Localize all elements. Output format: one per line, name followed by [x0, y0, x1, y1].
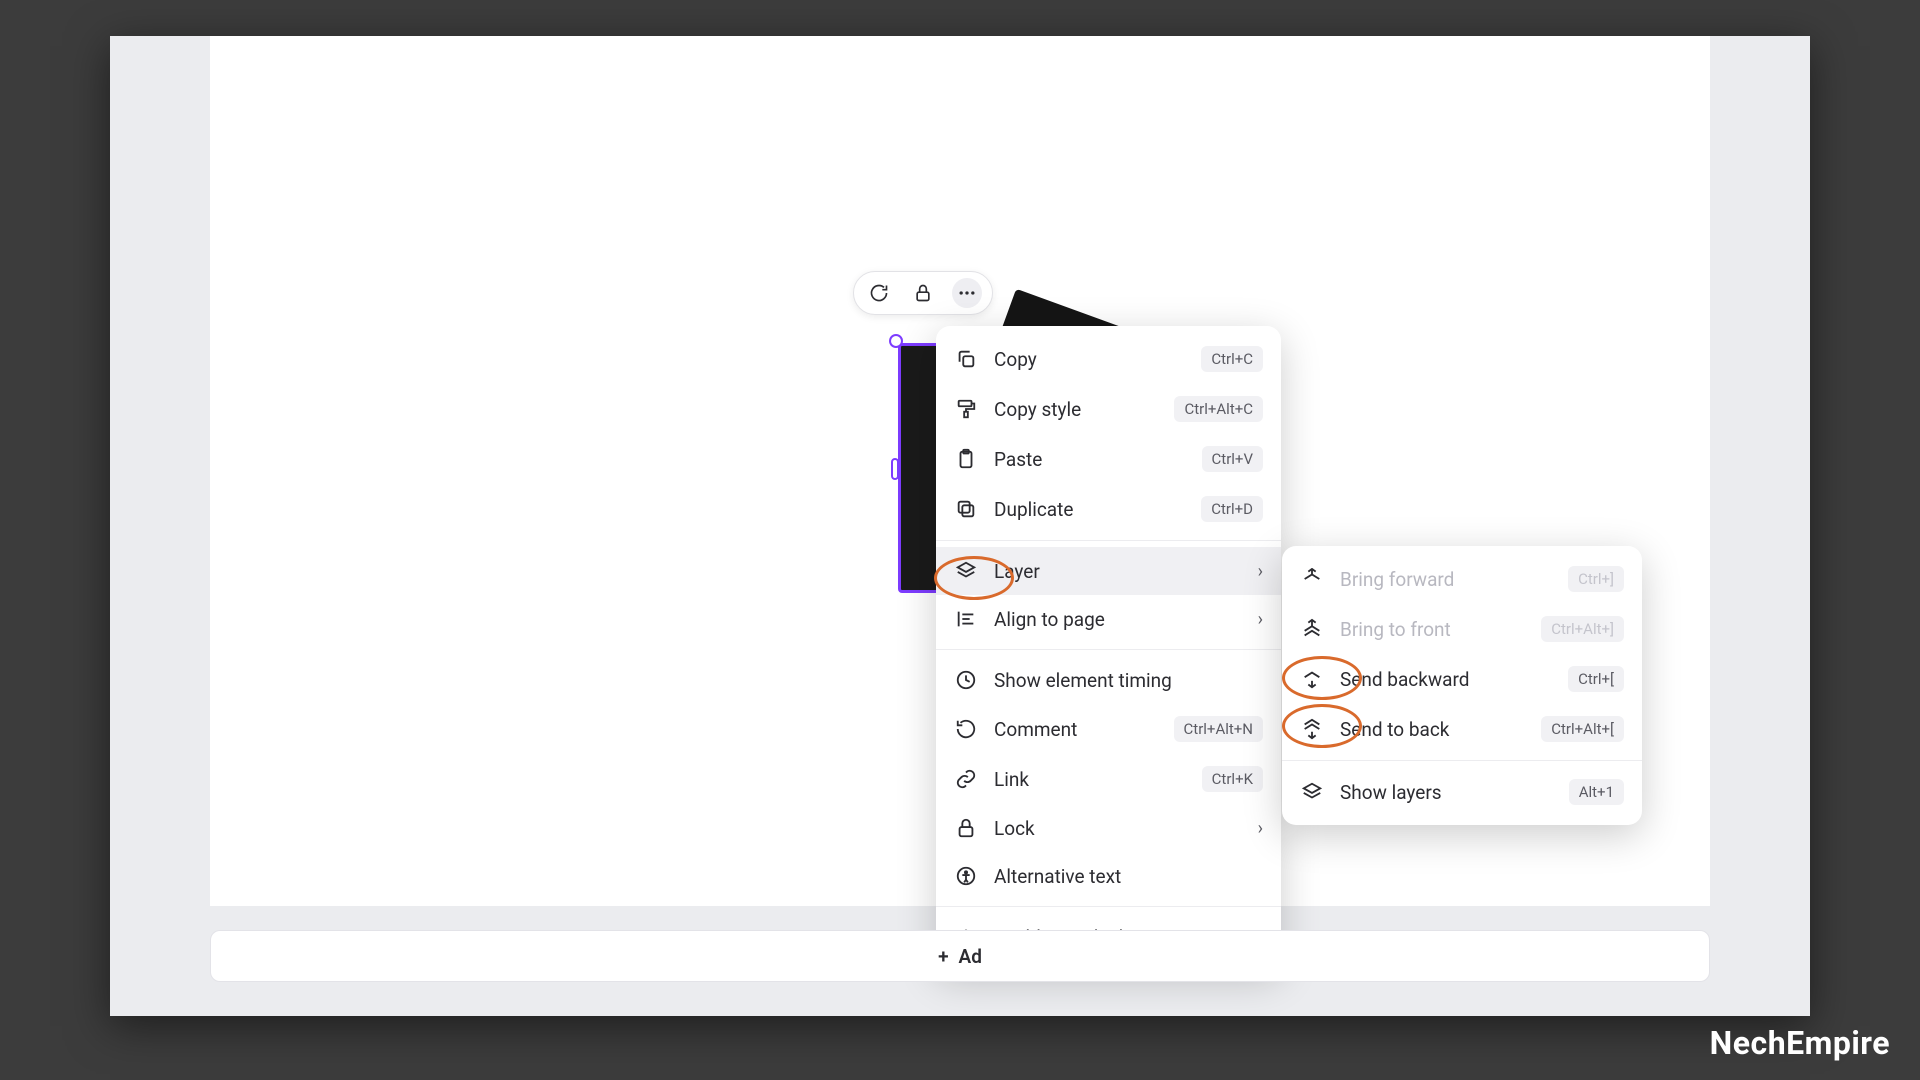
add-page-button[interactable]: + Ad: [210, 930, 1710, 982]
plus-icon: +: [938, 945, 948, 968]
shortcut: Ctrl+Alt+[: [1541, 716, 1624, 742]
menu-show-element-timing[interactable]: Show element timing: [936, 656, 1281, 704]
app-frame: Copy Ctrl+C Copy style Ctrl+Alt+C Paste …: [110, 36, 1810, 1016]
menu-label: Align to page: [994, 608, 1242, 631]
send-to-back-icon: [1300, 717, 1324, 741]
shortcut: Ctrl+D: [1201, 496, 1263, 522]
shortcut: Ctrl+V: [1202, 446, 1263, 472]
shortcut: Ctrl+[: [1568, 666, 1624, 692]
shortcut: Ctrl+]: [1568, 566, 1624, 592]
lock-button[interactable]: [908, 278, 938, 308]
bring-forward-icon: [1300, 567, 1324, 591]
submenu-show-layers[interactable]: Show layers Alt+1: [1282, 767, 1642, 817]
submenu-send-backward[interactable]: Send backward Ctrl+[: [1282, 654, 1642, 704]
shortcut: Ctrl+C: [1201, 346, 1263, 372]
menu-label: Bring forward: [1340, 568, 1552, 591]
menu-copy-style[interactable]: Copy style Ctrl+Alt+C: [936, 384, 1281, 434]
menu-lock[interactable]: Lock ›: [936, 804, 1281, 852]
clipboard-icon: [954, 447, 978, 471]
menu-separator: [936, 906, 1281, 907]
menu-label: Send backward: [1340, 668, 1552, 691]
shortcut: Alt+1: [1569, 779, 1624, 805]
submenu-send-to-back[interactable]: Send to back Ctrl+Alt+[: [1282, 704, 1642, 754]
menu-separator: [1282, 760, 1642, 761]
align-icon: [954, 607, 978, 631]
chevron-right-icon: ›: [1258, 609, 1263, 630]
menu-layer[interactable]: Layer ›: [936, 547, 1281, 595]
watermark: NechEmpire: [1710, 1024, 1890, 1062]
menu-label: Layer: [994, 560, 1242, 583]
menu-copy[interactable]: Copy Ctrl+C: [936, 334, 1281, 384]
more-button[interactable]: [952, 278, 982, 308]
shortcut: Ctrl+K: [1202, 766, 1263, 792]
menu-label: Show layers: [1340, 781, 1553, 804]
shortcut: Ctrl+Alt+C: [1174, 396, 1263, 422]
menu-paste[interactable]: Paste Ctrl+V: [936, 434, 1281, 484]
submenu-bring-forward[interactable]: Bring forward Ctrl+]: [1282, 554, 1642, 604]
menu-align-to-page[interactable]: Align to page ›: [936, 595, 1281, 643]
accessibility-icon: [954, 864, 978, 888]
comment-icon: [954, 717, 978, 741]
resize-handle-tl[interactable]: [889, 334, 903, 348]
chevron-right-icon: ›: [1258, 818, 1263, 839]
layer-submenu: Bring forward Ctrl+] Bring to front Ctrl…: [1282, 546, 1642, 825]
menu-label: Show element timing: [994, 669, 1263, 692]
submenu-bring-to-front[interactable]: Bring to front Ctrl+Alt+]: [1282, 604, 1642, 654]
menu-label: Copy style: [994, 398, 1158, 421]
menu-label: Copy: [994, 348, 1185, 371]
menu-separator: [936, 540, 1281, 541]
link-icon: [954, 767, 978, 791]
lock-icon: [954, 816, 978, 840]
send-backward-icon: [1300, 667, 1324, 691]
paint-roller-icon: [954, 397, 978, 421]
chevron-right-icon: ›: [1258, 561, 1263, 582]
menu-label: Link: [994, 768, 1186, 791]
menu-label: Send to back: [1340, 718, 1525, 741]
layers-icon: [1300, 780, 1324, 804]
menu-separator: [936, 649, 1281, 650]
layers-icon: [954, 559, 978, 583]
menu-label: Bring to front: [1340, 618, 1525, 641]
menu-link[interactable]: Link Ctrl+K: [936, 754, 1281, 804]
menu-comment[interactable]: Comment Ctrl+Alt+N: [936, 704, 1281, 754]
rotate-button[interactable]: [864, 278, 894, 308]
menu-duplicate[interactable]: Duplicate Ctrl+D: [936, 484, 1281, 534]
resize-handle-lm[interactable]: [891, 458, 899, 480]
menu-label: Lock: [994, 817, 1242, 840]
menu-label: Alternative text: [994, 865, 1263, 888]
add-page-label: Ad: [959, 945, 982, 968]
context-menu: Copy Ctrl+C Copy style Ctrl+Alt+C Paste …: [936, 326, 1281, 969]
menu-label: Comment: [994, 718, 1158, 741]
duplicate-icon: [954, 497, 978, 521]
shortcut: Ctrl+Alt+]: [1541, 616, 1624, 642]
menu-label: Paste: [994, 448, 1186, 471]
copy-icon: [954, 347, 978, 371]
menu-alt-text[interactable]: Alternative text: [936, 852, 1281, 900]
element-toolbar: [853, 271, 993, 315]
menu-label: Duplicate: [994, 498, 1185, 521]
bring-to-front-icon: [1300, 617, 1324, 641]
clock-icon: [954, 668, 978, 692]
shortcut: Ctrl+Alt+N: [1174, 716, 1263, 742]
